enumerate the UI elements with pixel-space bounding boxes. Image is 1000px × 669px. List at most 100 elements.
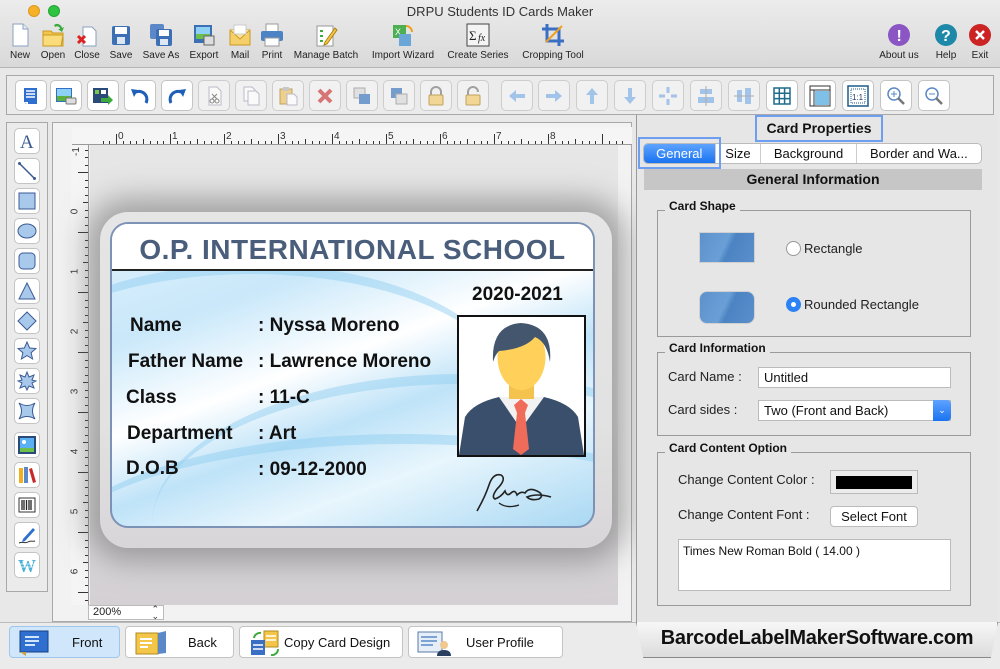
print-button[interactable]: Print	[258, 22, 286, 66]
rectangle-label[interactable]: Rectangle	[804, 241, 863, 256]
redo-button[interactable]	[161, 80, 193, 111]
ruler-tick	[237, 141, 239, 144]
mail-button[interactable]: Mail	[226, 22, 254, 66]
burst-tool[interactable]	[14, 368, 40, 394]
copy-card-design-icon	[251, 630, 280, 656]
front-side-button[interactable]: Front	[9, 626, 120, 658]
image-tool[interactable]	[14, 432, 40, 458]
signature-tool[interactable]	[14, 522, 40, 548]
move-up-button[interactable]	[576, 80, 608, 111]
father-name-value[interactable]: : Lawrence Moreno	[258, 351, 431, 373]
new-button[interactable]: New	[6, 22, 34, 66]
four-point-star-tool[interactable]	[14, 398, 40, 424]
open-button[interactable]: Open	[38, 22, 68, 66]
signature-image[interactable]	[467, 467, 562, 517]
save-button[interactable]: Save	[106, 22, 136, 66]
properties-button[interactable]	[15, 80, 47, 111]
select-font-button[interactable]: Select Font	[830, 506, 918, 527]
copy-button[interactable]	[235, 80, 267, 111]
help-button[interactable]: ? Help	[932, 22, 960, 66]
bring-to-front-button[interactable]	[346, 80, 378, 111]
rectangle-shape-preview[interactable]	[699, 232, 755, 263]
barcode-tool[interactable]	[14, 492, 40, 518]
exit-button[interactable]: Exit	[966, 22, 994, 66]
rounded-rectangle-tool[interactable]	[14, 248, 40, 274]
diamond-tool[interactable]	[14, 308, 40, 334]
ruler-tick	[85, 209, 88, 211]
cut-button[interactable]	[198, 80, 230, 111]
department-label[interactable]: Department	[127, 423, 233, 445]
zoom-out-button[interactable]	[918, 80, 950, 111]
triangle-tool[interactable]	[14, 278, 40, 304]
card-name-input[interactable]: Untitled	[758, 367, 951, 388]
grid-button[interactable]	[766, 80, 798, 111]
create-series-button[interactable]: Σfx Create Series	[444, 22, 512, 66]
rectangle-tool[interactable]	[14, 188, 40, 214]
rectangle-radio[interactable]	[786, 241, 801, 256]
zoom-in-button[interactable]	[880, 80, 912, 111]
cropping-tool-button[interactable]: Cropping Tool	[518, 22, 588, 66]
ruler-tick	[85, 247, 88, 248]
class-label[interactable]: Class	[126, 387, 177, 409]
copy-card-design-button[interactable]: Copy Card Design	[239, 626, 403, 658]
center-button[interactable]	[652, 80, 684, 111]
department-value[interactable]: : Art	[258, 423, 296, 445]
send-to-back-button[interactable]	[383, 80, 415, 111]
chevron-down-icon[interactable]: ⌄	[933, 400, 951, 421]
tab-border-and-watermark[interactable]: Border and Wa...	[857, 144, 981, 163]
export-button[interactable]: Export	[186, 22, 222, 66]
align-horizontal-center-button[interactable]	[690, 80, 722, 111]
tab-background[interactable]: Background	[761, 144, 857, 163]
lock-icon	[428, 85, 444, 105]
father-name-label[interactable]: Father Name	[128, 351, 243, 373]
align-vertical-center-button[interactable]	[728, 80, 760, 111]
academic-year[interactable]: 2020-2021	[472, 284, 563, 306]
paste-button[interactable]	[272, 80, 304, 111]
undo-button[interactable]	[124, 80, 156, 111]
move-left-button[interactable]	[501, 80, 533, 111]
manage-batch-button[interactable]: Manage Batch	[290, 22, 362, 66]
close-button[interactable]: Close	[72, 22, 102, 66]
library-tool[interactable]	[14, 462, 40, 488]
ruler-label: 3	[69, 388, 81, 395]
dob-label[interactable]: D.O.B	[126, 458, 179, 480]
rounded-rectangle-label[interactable]: Rounded Rectangle	[804, 297, 919, 312]
actual-size-button[interactable]: 1:1	[842, 80, 874, 111]
tab-size[interactable]: Size	[716, 144, 762, 163]
dob-value[interactable]: : 09-12-2000	[258, 459, 367, 481]
delete-button[interactable]	[309, 80, 341, 111]
user-profile-button[interactable]: User Profile	[408, 626, 563, 658]
card-sides-select[interactable]: Two (Front and Back) ⌄	[758, 400, 951, 421]
text-tool-icon: A	[20, 132, 34, 151]
signature-tool-icon	[18, 528, 36, 544]
ruler-button[interactable]	[804, 80, 836, 111]
ellipse-tool[interactable]	[14, 218, 40, 244]
class-value[interactable]: : 11-C	[258, 387, 310, 409]
export-image-button[interactable]	[87, 80, 119, 111]
name-value[interactable]: : Nyssa Moreno	[258, 315, 399, 337]
line-tool[interactable]	[14, 158, 40, 184]
content-color-picker[interactable]	[830, 470, 918, 494]
import-wizard-button[interactable]: X Import Wizard	[368, 22, 438, 66]
rounded-rectangle-radio[interactable]	[786, 297, 801, 312]
id-card-front[interactable]: O.P. INTERNATIONAL SCHOOL 2020-2021 Name…	[110, 222, 595, 528]
move-right-button[interactable]	[538, 80, 570, 111]
watermark-tool[interactable]: W	[14, 552, 40, 578]
text-tool[interactable]: A	[14, 128, 40, 154]
star-tool[interactable]	[14, 338, 40, 364]
student-photo[interactable]	[457, 315, 586, 457]
back-side-button[interactable]: Back	[125, 626, 234, 658]
lock-button[interactable]	[420, 80, 452, 111]
move-down-button[interactable]	[614, 80, 646, 111]
insert-image-button[interactable]	[50, 80, 82, 111]
content-font-display[interactable]: Times New Roman Bold ( 14.00 )	[678, 539, 951, 591]
zoom-level-stepper[interactable]: 200% ⌃ ⌄	[88, 605, 164, 621]
save-as-button[interactable]: Save As	[140, 22, 182, 66]
about-us-button[interactable]: ! About us	[876, 22, 922, 66]
name-label[interactable]: Name	[130, 315, 182, 337]
school-name[interactable]: O.P. INTERNATIONAL SCHOOL	[112, 234, 593, 266]
ruler-label: 0	[69, 208, 81, 215]
rounded-rectangle-shape-preview[interactable]	[699, 291, 755, 324]
unlock-button[interactable]	[457, 80, 489, 111]
stepper-arrows-icon[interactable]: ⌃ ⌄	[151, 605, 159, 621]
